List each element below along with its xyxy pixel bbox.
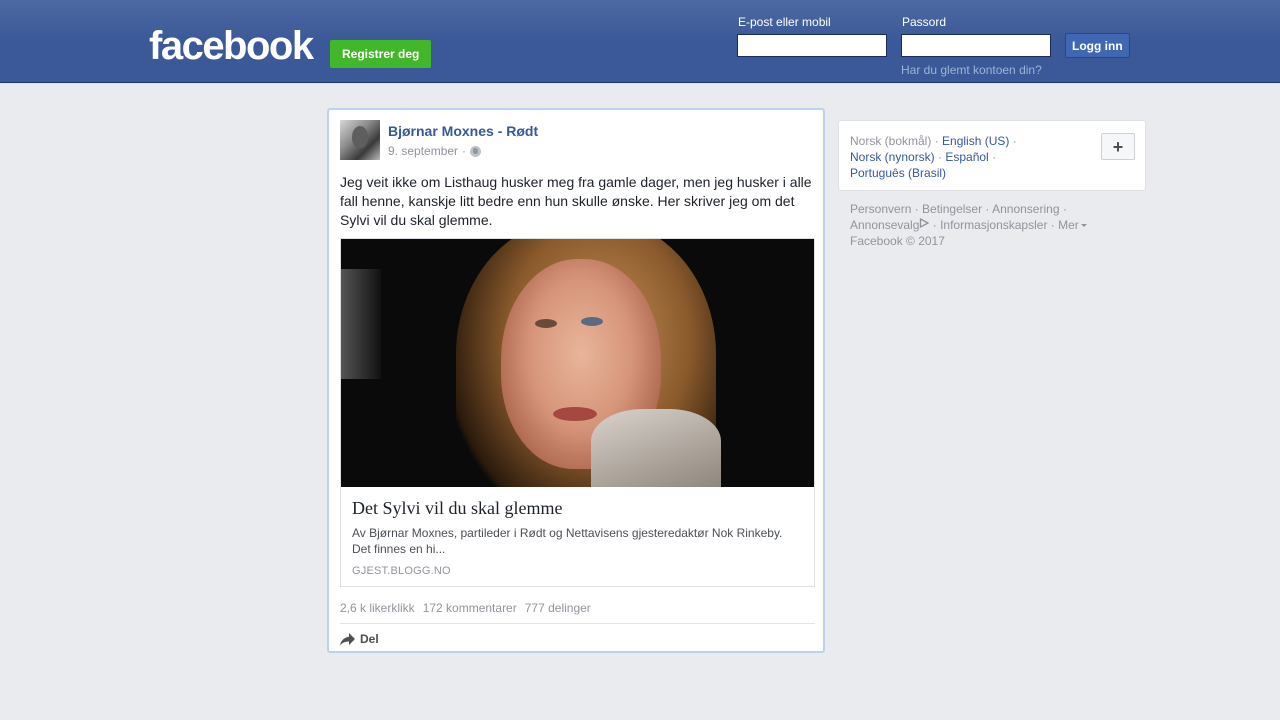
link-preview[interactable]: Det Sylvi vil du skal glemme Av Bjørnar …	[340, 238, 815, 587]
login-button[interactable]: Logg inn	[1065, 33, 1130, 58]
footer-more-link[interactable]: Mer	[1058, 218, 1087, 232]
post-date-link[interactable]: 9. september	[388, 144, 458, 158]
author-avatar[interactable]	[340, 120, 380, 160]
register-button[interactable]: Registrer deg	[330, 40, 432, 68]
adchoices-icon	[920, 218, 930, 228]
image-mouth	[553, 407, 597, 421]
footer-adchoices-link[interactable]: Annonsevalg	[850, 218, 930, 232]
meta-separator: ·	[462, 144, 467, 158]
top-bar: facebook Registrer deg E-post eller mobi…	[0, 0, 1280, 83]
footer-links: Personvern · Betingelser · Annonsering ·…	[850, 201, 1140, 249]
footer-advertising-link[interactable]: Annonsering	[992, 202, 1059, 216]
link-preview-image[interactable]	[341, 239, 814, 487]
post-author-link[interactable]: Bjørnar Moxnes - Rødt	[388, 123, 538, 139]
password-input[interactable]	[901, 34, 1051, 57]
image-eye-left	[535, 319, 557, 328]
more-label: Mer	[1058, 218, 1079, 232]
language-option[interactable]: Norsk (nynorsk)	[850, 150, 935, 164]
comments-count[interactable]: 172 kommentarer	[423, 601, 517, 615]
image-background-light	[341, 269, 381, 379]
footer-cookies-link[interactable]: Informasjonskapsler	[940, 218, 1047, 232]
copyright: Facebook © 2017	[850, 234, 945, 248]
post-card: Bjørnar Moxnes - Rødt 9. september · Jeg…	[327, 108, 825, 653]
language-list: Norsk (bokmål) · English (US) · Norsk (n…	[850, 134, 1017, 180]
image-scarf	[591, 409, 721, 487]
link-preview-domain: GJEST.BLOGG.NO	[352, 565, 451, 577]
language-option[interactable]: Español	[945, 150, 988, 164]
email-input[interactable]	[737, 34, 887, 57]
share-label: Del	[360, 632, 379, 646]
globe-icon[interactable]	[470, 145, 482, 157]
share-arrow-icon	[340, 632, 355, 646]
adchoices-label: Annonsevalg	[850, 218, 920, 232]
language-selector: Norsk (bokmål) · English (US) · Norsk (n…	[838, 120, 1146, 191]
footer-terms-link[interactable]: Betingelser	[922, 202, 982, 216]
password-label: Passord	[902, 15, 947, 29]
share-button[interactable]: Del	[340, 632, 379, 646]
add-language-button[interactable]: +	[1101, 133, 1135, 160]
language-option[interactable]: Português (Brasil)	[850, 166, 946, 180]
language-option[interactable]: English (US)	[942, 134, 1009, 148]
forgot-account-link[interactable]: Har du glemt kontoen din?	[901, 63, 1042, 77]
footer-privacy-link[interactable]: Personvern	[850, 202, 911, 216]
email-label: E-post eller mobil	[738, 15, 831, 29]
facebook-logo[interactable]: facebook	[149, 26, 314, 66]
post-text: Jeg veit ikke om Listhaug husker meg fra…	[340, 174, 812, 228]
image-eye-right	[581, 317, 603, 326]
current-language: Norsk (bokmål)	[850, 134, 932, 148]
avatar-face	[352, 126, 368, 148]
caret-down-icon	[1080, 224, 1087, 228]
link-preview-title[interactable]: Det Sylvi vil du skal glemme	[352, 498, 562, 519]
action-divider	[340, 623, 815, 624]
link-preview-description: Av Bjørnar Moxnes, partileder i Rødt og …	[352, 526, 783, 556]
likes-count[interactable]: 2,6 k likerklikk	[340, 601, 415, 615]
post-meta: 9. september ·	[388, 144, 482, 158]
post-stats: 2,6 k likerklikk 172 kommentarer 777 del…	[340, 601, 591, 615]
shares-count[interactable]: 777 delinger	[525, 601, 591, 615]
